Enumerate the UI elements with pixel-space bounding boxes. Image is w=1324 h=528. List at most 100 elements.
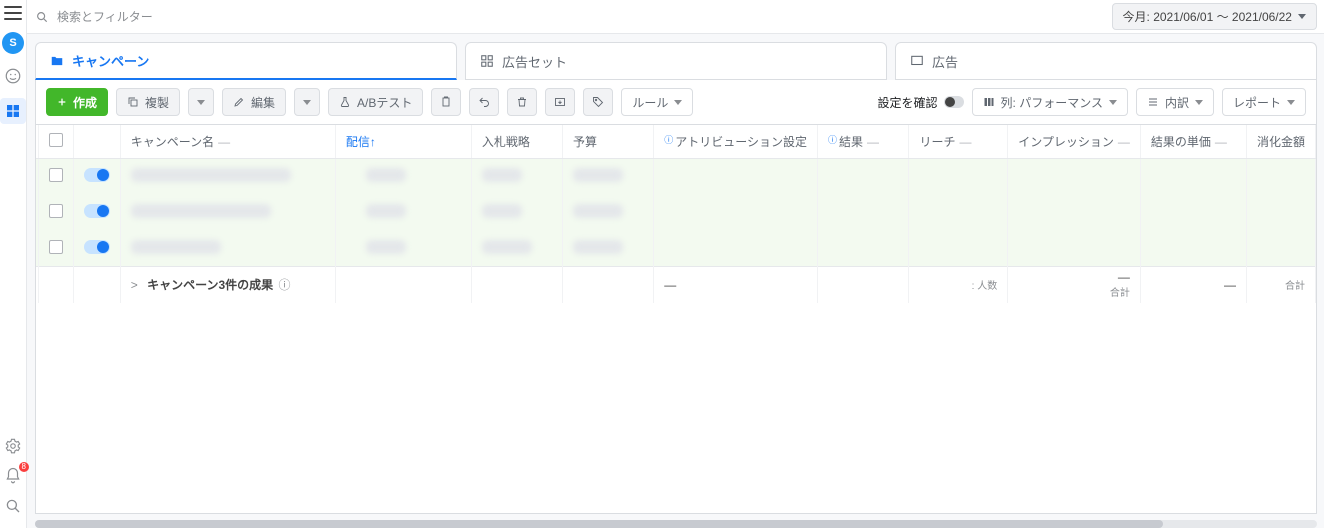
summary-row: > キャンペーン3件の成果 ⓘ — : 人数 —合計 — 合計 xyxy=(36,267,1316,303)
pencil-icon xyxy=(233,96,245,108)
select-all-checkbox[interactable] xyxy=(49,133,63,147)
col-cost[interactable]: 結果の単価— xyxy=(1140,125,1246,159)
col-reach[interactable]: リーチ— xyxy=(909,125,1008,159)
export-button[interactable] xyxy=(545,88,575,116)
date-range-button[interactable]: 今月: 2021/06/01 ～ 2021/06/22 xyxy=(1112,3,1317,30)
col-spent[interactable]: 消化金額 xyxy=(1246,125,1315,159)
create-button[interactable]: 作成 xyxy=(46,88,108,116)
tab-label: 広告 xyxy=(932,52,958,71)
undo-button[interactable] xyxy=(469,88,499,116)
account-avatar[interactable]: S xyxy=(2,32,24,54)
grid-icon[interactable] xyxy=(0,98,26,124)
settings-icon[interactable] xyxy=(3,436,23,456)
expand-icon[interactable]: > xyxy=(131,278,138,292)
edit-label: 編集 xyxy=(251,94,275,111)
rules-button[interactable]: ルール xyxy=(621,88,693,116)
table-row[interactable] xyxy=(36,159,1316,195)
date-range-label: 今月: 2021/06/01 ～ 2021/06/22 xyxy=(1123,8,1292,25)
chevron-down-icon xyxy=(1298,14,1306,19)
copy-icon xyxy=(127,96,139,108)
summary-impr-sub: 合計 xyxy=(1018,284,1130,299)
table-row[interactable] xyxy=(36,195,1316,231)
duplicate-label: 複製 xyxy=(145,94,169,111)
adset-icon xyxy=(480,54,494,68)
summary-label: キャンペーン3件の成果 xyxy=(147,278,273,292)
search-bar[interactable] xyxy=(35,10,1112,24)
chevron-down-icon xyxy=(1109,100,1117,105)
abtest-button[interactable]: A/Bテスト xyxy=(328,88,423,116)
horizontal-scrollbar[interactable] xyxy=(35,520,1317,528)
chevron-down-icon xyxy=(1195,100,1203,105)
tab-ads[interactable]: 広告 xyxy=(895,42,1317,80)
row-toggle[interactable] xyxy=(84,168,110,182)
campaign-table: キャンペーン名— 配信↑ 入札戦略 予算 ⓘアトリビューション設定 ⓘ結果— リ… xyxy=(35,125,1317,514)
abtest-label: A/Bテスト xyxy=(357,94,412,111)
tab-adsets[interactable]: 広告セット xyxy=(465,42,887,80)
tab-label: 広告セット xyxy=(502,52,567,71)
plus-icon xyxy=(57,97,67,107)
left-rail: S 8 xyxy=(0,0,27,528)
duplicate-button[interactable]: 複製 xyxy=(116,88,180,116)
breakdown-button[interactable]: 内訳 xyxy=(1136,88,1214,116)
chevron-down-icon xyxy=(1287,100,1295,105)
clipboard-button[interactable] xyxy=(431,88,461,116)
col-campaign-name[interactable]: キャンペーン名— xyxy=(120,125,335,159)
create-label: 作成 xyxy=(73,94,97,111)
topbar: 今月: 2021/06/01 ～ 2021/06/22 xyxy=(27,0,1324,34)
undo-icon xyxy=(478,96,490,108)
col-results[interactable]: ⓘ結果— xyxy=(817,125,909,159)
tag-icon xyxy=(592,96,604,108)
row-toggle[interactable] xyxy=(84,240,110,254)
row-checkbox[interactable] xyxy=(49,240,63,254)
flask-icon xyxy=(339,96,351,108)
col-impressions[interactable]: インプレッション— xyxy=(1008,125,1141,159)
breakdown-label: 内訳 xyxy=(1165,94,1189,111)
face-icon[interactable] xyxy=(3,66,23,86)
clipboard-icon xyxy=(440,96,452,108)
row-checkbox[interactable] xyxy=(49,168,63,182)
columns-icon xyxy=(983,96,995,108)
hamburger-menu[interactable] xyxy=(4,6,22,20)
columns-label: 列: パフォーマンス xyxy=(1001,94,1103,111)
trash-button[interactable] xyxy=(507,88,537,116)
ad-icon xyxy=(910,54,924,68)
col-bid[interactable]: 入札戦略 xyxy=(471,125,562,159)
check-settings-label: 設定を確認 xyxy=(878,94,938,111)
toolbar: 作成 複製 編集 A/Bテスト xyxy=(35,80,1317,125)
summary-attribution: — xyxy=(654,267,818,303)
chevron-down-icon xyxy=(197,100,205,105)
col-attribution[interactable]: ⓘアトリビューション設定 xyxy=(654,125,818,159)
edit-button[interactable]: 編集 xyxy=(222,88,286,116)
col-budget[interactable]: 予算 xyxy=(563,125,654,159)
notif-badge: 8 xyxy=(19,462,29,472)
summary-cost: — xyxy=(1151,278,1236,292)
table-row[interactable] xyxy=(36,231,1316,267)
col-delivery[interactable]: 配信↑ xyxy=(335,125,471,159)
folder-icon xyxy=(50,54,64,68)
notifications-icon[interactable]: 8 xyxy=(3,466,23,486)
search-input[interactable] xyxy=(57,10,1112,24)
tabs: キャンペーン 広告セット 広告 xyxy=(35,42,1317,80)
row-checkbox[interactable] xyxy=(49,204,63,218)
main-area: 今月: 2021/06/01 ～ 2021/06/22 キャンペーン 広告セット xyxy=(27,0,1324,528)
chevron-down-icon xyxy=(674,100,682,105)
summary-amount-sub: 合計 xyxy=(1257,277,1305,292)
info-icon: ⓘ xyxy=(279,278,291,292)
chevron-down-icon xyxy=(303,100,311,105)
columns-button[interactable]: 列: パフォーマンス xyxy=(972,88,1128,116)
search-icon xyxy=(35,10,49,24)
report-button[interactable]: レポート xyxy=(1222,88,1306,116)
tab-campaigns[interactable]: キャンペーン xyxy=(35,42,457,80)
duplicate-dropdown[interactable] xyxy=(188,88,214,116)
row-toggle[interactable] xyxy=(84,204,110,218)
summary-impressions: — xyxy=(1018,270,1130,284)
tab-label: キャンペーン xyxy=(72,51,149,70)
breakdown-icon xyxy=(1147,96,1159,108)
search-rail-icon[interactable] xyxy=(3,496,23,516)
trash-icon xyxy=(516,96,528,108)
check-settings-toggle[interactable]: 設定を確認 xyxy=(878,94,964,111)
report-label: レポート xyxy=(1233,94,1281,111)
export-icon xyxy=(554,96,566,108)
edit-dropdown[interactable] xyxy=(294,88,320,116)
tag-button[interactable] xyxy=(583,88,613,116)
